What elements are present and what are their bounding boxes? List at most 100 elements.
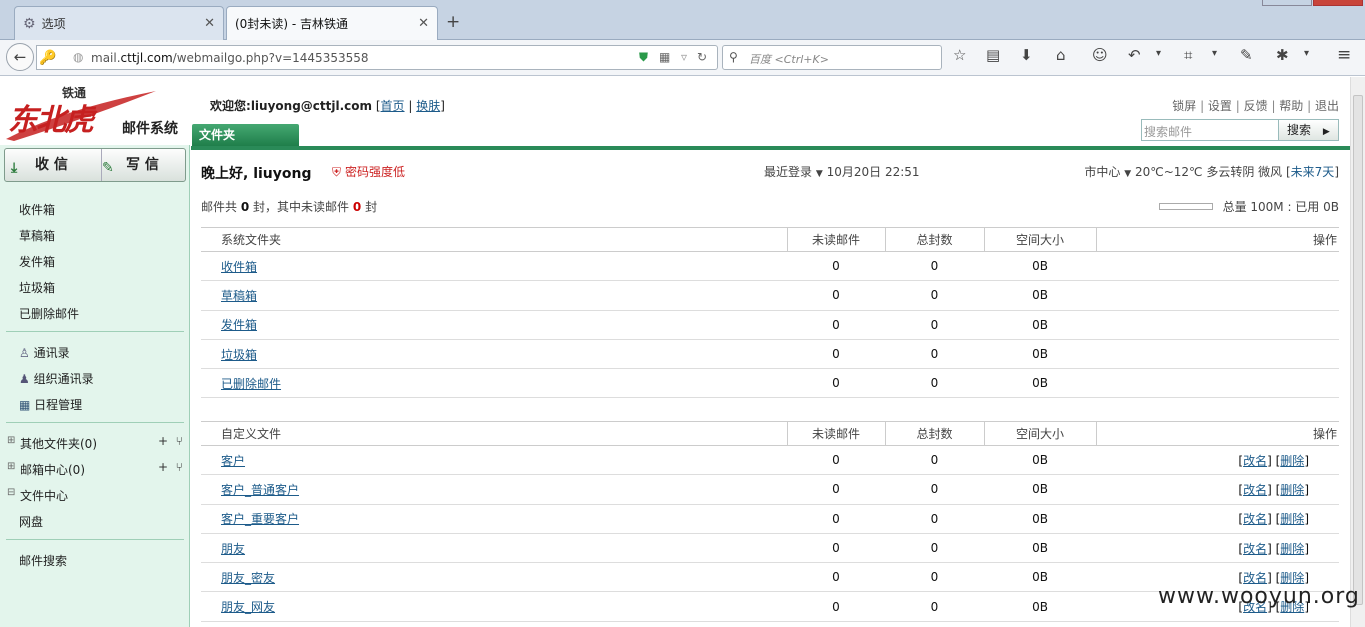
crop-icon[interactable]: ⌗ [1184, 46, 1192, 64]
dropdown-icon[interactable]: ▿ [681, 50, 687, 64]
write-mail-button[interactable]: ✎ 写 信 [101, 149, 185, 181]
browser-search-box[interactable]: ⚲ 百度 <Ctrl+K> [722, 45, 942, 70]
home-icon[interactable]: ⌂ [1056, 46, 1066, 64]
url-text[interactable]: mail.cttjl.com/webmailgo.php?v=144535355… [91, 51, 369, 65]
new-tab-icon[interactable]: + [446, 12, 460, 32]
mail-search-input[interactable]: 搜索邮件 [1144, 123, 1192, 140]
sidebar-item-mailbox-center[interactable]: 邮箱中心(0) [20, 461, 85, 478]
folder-link[interactable]: 朋友_密友 [221, 571, 275, 585]
sidebar-item-drafts[interactable]: 草稿箱 [19, 227, 55, 244]
sidebar-item-org-contacts[interactable]: ♟ 组织通讯录 [19, 370, 94, 387]
sidebar-item-contacts[interactable]: ♙ 通讯录 [19, 344, 70, 361]
folder-link[interactable]: 朋友 [221, 542, 245, 556]
chevron-down-icon[interactable]: ▾ [1156, 48, 1161, 59]
space-size: 0B [984, 445, 1096, 476]
feedback-link[interactable]: 反馈 [1244, 99, 1268, 113]
close-icon[interactable]: ✕ [418, 16, 429, 31]
expand-icon[interactable]: ⊞ [7, 461, 15, 472]
sidebar-item-other-folders[interactable]: 其他文件夹(0) [20, 435, 97, 452]
lock-screen-link[interactable]: 锁屏 [1172, 99, 1196, 113]
unread-count: 0 [787, 310, 885, 340]
folder-link[interactable]: 收件箱 [221, 260, 257, 274]
addon-icon[interactable]: ✱ [1276, 46, 1289, 64]
qr-icon[interactable]: ▦ [659, 50, 670, 64]
download-icon[interactable]: ⬇ [1020, 46, 1033, 64]
operations-cell [1096, 310, 1339, 340]
skin-link[interactable]: 换肤 [416, 99, 440, 113]
unread-count: 0 [787, 368, 885, 399]
rename-link[interactable]: 改名 [1243, 542, 1267, 556]
url-bar[interactable]: 🔑 ◍ mail.cttjl.com/webmailgo.php?v=14453… [36, 45, 718, 70]
comment-icon[interactable]: ✎ [1240, 46, 1253, 64]
back-button[interactable]: ← [6, 43, 34, 71]
forecast-link[interactable]: 未来7天 [1291, 165, 1335, 179]
column-header: 操作 [1095, 421, 1339, 446]
sidebar-item-netdisk[interactable]: 网盘 [19, 513, 43, 530]
folder-link[interactable]: 草稿箱 [221, 289, 257, 303]
scrollbar-thumb[interactable] [1353, 95, 1363, 605]
delete-link[interactable]: 删除 [1280, 542, 1304, 556]
tab-folders[interactable]: 文件夹 [192, 124, 299, 146]
folder-link[interactable]: 发件箱 [221, 318, 257, 332]
folder-link[interactable]: 已删除邮件 [221, 377, 281, 391]
mail-search-button[interactable]: 搜索 ▶ [1278, 120, 1338, 140]
sidebar-item-mail-search[interactable]: 邮件搜索 [19, 552, 67, 569]
chevron-down-icon[interactable]: ▾ [1212, 48, 1217, 59]
folder-link[interactable]: 客户_普通客户 [221, 483, 299, 497]
browser-tab-options[interactable]: ⚙ 选项 ✕ [14, 6, 224, 40]
folder-link[interactable]: 客户 [221, 454, 245, 468]
rename-link[interactable]: 改名 [1243, 454, 1267, 468]
collapse-icon[interactable]: ⊟ [7, 487, 15, 498]
folder-link[interactable]: 客户_重要客户 [221, 512, 299, 526]
delete-link[interactable]: 删除 [1280, 512, 1304, 526]
sidebar-item-inbox[interactable]: 收件箱 [19, 201, 55, 218]
rename-link[interactable]: 改名 [1243, 483, 1267, 497]
table-cell: 朋友 [201, 533, 787, 564]
chat-icon[interactable]: ☺ [1092, 46, 1108, 64]
column-header: 空间大小 [983, 227, 1096, 252]
password-warning[interactable]: ⛨ 密码强度低 [332, 163, 405, 180]
logo[interactable]: 铁通 东北虎 邮件系统 [0, 77, 190, 145]
delete-link[interactable]: 删除 [1280, 454, 1304, 468]
menu-icon[interactable]: ≡ [1337, 45, 1351, 65]
folder-link[interactable]: 朋友_网友 [221, 600, 275, 614]
chevron-down-icon[interactable]: ▾ [1304, 48, 1309, 59]
logout-link[interactable]: 退出 [1315, 99, 1339, 113]
delete-link[interactable]: 删除 [1280, 483, 1304, 497]
unread-count: 0 [787, 504, 885, 534]
bookmark-star-icon[interactable]: ☆ [953, 46, 966, 64]
scrollbar[interactable] [1350, 77, 1365, 627]
receive-mail-button[interactable]: ⤓ 收 信 [11, 149, 95, 181]
sidebar-item-deleted[interactable]: 已删除邮件 [19, 305, 79, 322]
help-link[interactable]: 帮助 [1279, 99, 1303, 113]
add-folder-icon[interactable]: + ⑂ [158, 434, 183, 448]
expand-icon[interactable]: ⊞ [7, 435, 15, 446]
rename-link[interactable]: 改名 [1243, 571, 1267, 585]
last-login[interactable]: 最近登录 ▼ 10月20日 22:51 [764, 163, 920, 180]
sidebar-item-spam[interactable]: 垃圾箱 [19, 279, 55, 296]
inbox-download-icon: ⤓ [11, 160, 18, 176]
settings-link[interactable]: 设置 [1208, 99, 1232, 113]
browser-tab-mail[interactable]: (0封未读) - 吉林铁通 ✕ [226, 6, 438, 40]
play-arrow-icon: ▶ [1322, 127, 1330, 137]
add-mailbox-icon[interactable]: + ⑂ [158, 460, 183, 474]
undo-icon[interactable]: ↶ [1128, 46, 1141, 64]
minimize-button[interactable] [1262, 0, 1312, 6]
sidebar-item-calendar[interactable]: ▦ 日程管理 [19, 396, 82, 413]
space-size: 0B [984, 562, 1096, 593]
sidebar-item-file-center[interactable]: 文件中心 [20, 487, 68, 504]
reading-list-icon[interactable]: ▤ [986, 46, 1000, 64]
folder-link[interactable]: 垃圾箱 [221, 348, 257, 362]
table-cell: 客户_重要客户 [201, 504, 787, 534]
close-icon[interactable]: ✕ [204, 16, 215, 31]
window-close-button[interactable] [1313, 0, 1363, 6]
reload-icon[interactable]: ↻ [697, 50, 707, 64]
shield-icon[interactable]: ⛊ [639, 50, 648, 65]
delete-link[interactable]: 删除 [1280, 571, 1304, 585]
city-select[interactable]: 市中心 ▼ [1084, 165, 1131, 179]
column-header: 空间大小 [983, 421, 1096, 446]
sidebar-item-sent[interactable]: 发件箱 [19, 253, 55, 270]
home-link[interactable]: 首页 [381, 99, 405, 113]
space-size: 0B [984, 504, 1096, 534]
rename-link[interactable]: 改名 [1243, 512, 1267, 526]
